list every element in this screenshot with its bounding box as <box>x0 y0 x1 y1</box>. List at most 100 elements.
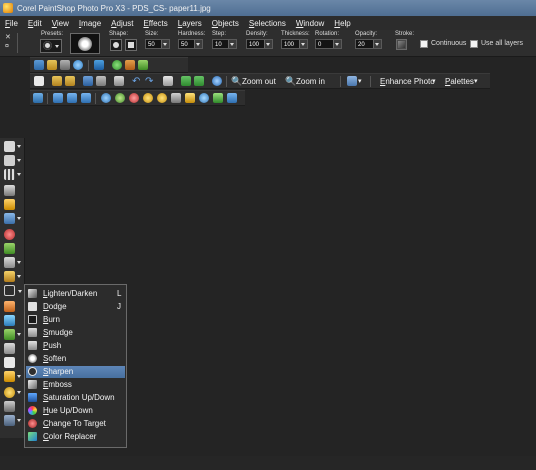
flyout-item-sharpen[interactable]: Sharpen <box>26 366 125 378</box>
smudge-tool-icon[interactable] <box>4 343 15 354</box>
menu-file[interactable]: File <box>0 19 23 28</box>
flyout-item-soften[interactable]: Soften <box>26 353 125 365</box>
chevron-down-icon[interactable] <box>228 40 236 48</box>
chevron-down-icon[interactable] <box>264 40 272 48</box>
new-icon[interactable] <box>34 60 44 70</box>
flyout-item-color-replacer[interactable]: Color Replacer <box>26 431 125 443</box>
continuous-checkbox[interactable] <box>420 40 428 48</box>
flyout-item-lighten-darken[interactable]: Lighten/Darken L <box>26 288 125 300</box>
sphere-icon[interactable] <box>101 93 111 103</box>
edit-icon[interactable] <box>163 76 173 86</box>
step-spinner[interactable]: 10 <box>212 39 237 49</box>
text-tool-icon[interactable] <box>4 257 21 268</box>
straighten-tool-icon[interactable] <box>4 213 21 224</box>
chevron-down-icon[interactable]: ▾ <box>432 76 436 87</box>
info-icon[interactable] <box>212 76 222 86</box>
swirl-icon[interactable] <box>143 93 153 103</box>
histogram-icon[interactable] <box>67 93 77 103</box>
globe-icon[interactable] <box>112 60 122 70</box>
lens-icon[interactable] <box>157 93 167 103</box>
chevron-down-icon[interactable] <box>17 217 21 220</box>
menu-selections[interactable]: Selections <box>244 19 291 28</box>
photo-icon[interactable] <box>94 60 104 70</box>
menu-edit[interactable]: Edit <box>23 19 47 28</box>
chevron-down-icon[interactable] <box>17 159 21 162</box>
picture-tube-tool-icon[interactable] <box>4 315 15 326</box>
dropper-tool-icon[interactable] <box>4 185 15 196</box>
crop-tool-icon[interactable] <box>4 199 15 210</box>
new-file-icon[interactable] <box>34 76 44 86</box>
menu-window[interactable]: Window <box>291 19 329 28</box>
send-back-icon[interactable] <box>194 76 204 86</box>
adjust-icon[interactable] <box>53 93 63 103</box>
reflection-icon[interactable] <box>199 93 209 103</box>
shape-round-button[interactable] <box>110 39 122 51</box>
zoom-in-button[interactable]: Zoom in <box>296 76 325 87</box>
undo-icon[interactable]: ↶ <box>132 76 140 87</box>
chevron-down-icon[interactable] <box>17 275 21 278</box>
chevron-down-icon[interactable] <box>17 261 21 264</box>
zoom-out-button[interactable]: Zoom out <box>242 76 276 87</box>
palettes-menu[interactable]: Palettes <box>445 76 474 87</box>
shape-tool-icon[interactable] <box>4 387 21 398</box>
frame-icon[interactable] <box>227 93 237 103</box>
browse-icon[interactable] <box>73 60 83 70</box>
chevron-down-icon[interactable]: ▾ <box>358 76 362 87</box>
save-as-icon[interactable] <box>96 76 106 86</box>
butterfly-icon[interactable] <box>185 93 195 103</box>
size-spinner[interactable]: 50 <box>145 39 170 49</box>
menu-objects[interactable]: Objects <box>207 19 244 28</box>
pattern-icon[interactable] <box>171 93 181 103</box>
density-spinner[interactable]: 100 <box>246 39 273 49</box>
close-icon[interactable]: ✕ <box>5 33 11 41</box>
menu-help[interactable]: Help <box>329 19 355 28</box>
brush-tip-preview[interactable] <box>70 33 100 54</box>
hardness-spinner[interactable]: 50 <box>178 39 203 49</box>
mosaic-icon[interactable] <box>213 93 223 103</box>
chevron-down-icon[interactable]: ▾ <box>474 76 478 87</box>
view-mode-icon[interactable] <box>347 76 357 86</box>
flyout-item-smudge[interactable]: Smudge <box>26 327 125 339</box>
menu-adjust[interactable]: Adjust <box>106 19 138 28</box>
camera-icon[interactable] <box>138 60 148 70</box>
pin-icon[interactable]: ¤ <box>5 43 9 50</box>
shape-square-button[interactable] <box>125 39 137 51</box>
move-tool-icon[interactable] <box>4 155 21 166</box>
levels-icon[interactable] <box>81 93 91 103</box>
fill-tool-icon[interactable] <box>4 329 21 340</box>
effect-browser-icon[interactable] <box>33 93 43 103</box>
redo-icon[interactable]: ↷ <box>145 76 153 87</box>
rotation-spinner[interactable]: 0 <box>315 39 342 49</box>
menu-view[interactable]: View <box>47 19 74 28</box>
chevron-down-icon[interactable] <box>17 419 21 422</box>
preset-shape-tool-icon[interactable] <box>4 371 21 382</box>
selection-tool-icon[interactable] <box>4 169 21 180</box>
texture-icon[interactable] <box>115 93 125 103</box>
use-all-layers-checkbox[interactable] <box>470 40 478 48</box>
chevron-down-icon[interactable] <box>18 290 22 293</box>
menu-effects[interactable]: Effects <box>138 19 172 28</box>
flyout-item-hue[interactable]: Hue Up/Down <box>26 405 125 417</box>
eraser-tool-icon[interactable] <box>4 301 15 312</box>
paint-brush-tool-icon[interactable] <box>4 271 21 282</box>
opacity-spinner[interactable]: 20 <box>355 39 382 49</box>
flyout-item-emboss[interactable]: Emboss <box>26 379 125 391</box>
clone-tool-icon[interactable] <box>4 243 15 254</box>
chevron-down-icon[interactable] <box>17 375 21 378</box>
open-icon[interactable] <box>52 76 62 86</box>
stroke-button[interactable] <box>396 39 407 50</box>
pan-tool-icon[interactable] <box>4 141 21 152</box>
enhance-photo-menu[interactable]: Enhance Photo <box>380 76 435 87</box>
chevron-down-icon[interactable] <box>161 40 169 48</box>
flyout-item-burn[interactable]: Burn <box>26 314 125 326</box>
pen-tool-icon[interactable] <box>4 401 15 412</box>
share-icon[interactable] <box>125 60 135 70</box>
zoom-out-icon[interactable]: 🔍 <box>231 76 242 87</box>
print-icon[interactable] <box>114 76 124 86</box>
zoom-in-icon[interactable]: 🔍 <box>285 76 296 87</box>
folder-icon[interactable] <box>47 60 57 70</box>
menu-layers[interactable]: Layers <box>173 19 207 28</box>
chevron-down-icon[interactable] <box>17 391 21 394</box>
warp-tool-icon[interactable] <box>4 415 21 426</box>
browse-folder-icon[interactable] <box>65 76 75 86</box>
